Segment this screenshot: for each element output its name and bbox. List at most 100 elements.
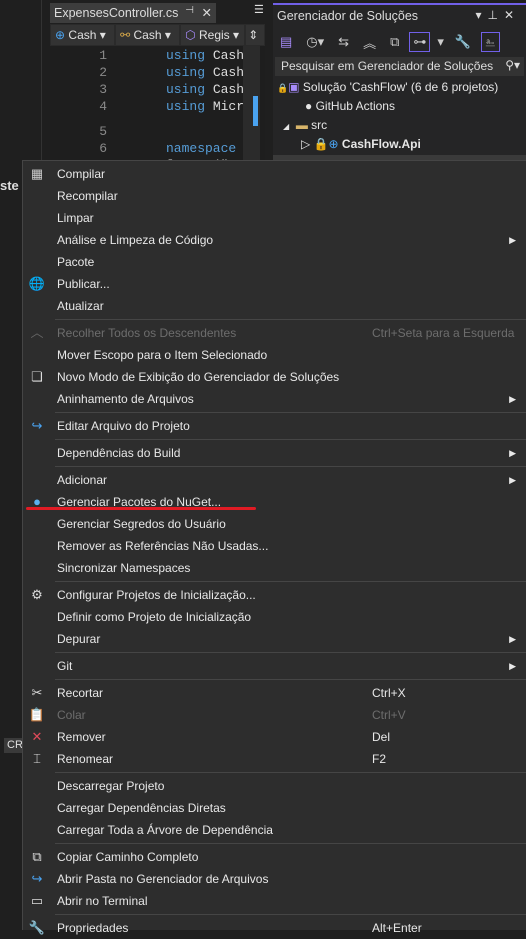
build-icon: ▦ <box>30 166 44 181</box>
menu-item-editar-arquivo-do-projeto[interactable]: ↪ Editar Arquivo do Projeto <box>23 415 526 437</box>
solution-explorer-toolbar: ▤ ◷▾ ⇆ ︽ ⧉ ⊶ ▾ 🔧 ⎁ <box>277 29 500 55</box>
vs-view-icon[interactable]: ▤ <box>277 33 295 51</box>
type-dropdown[interactable]: ⚯ Cash ▾ <box>116 25 180 45</box>
menu-item-label: Colar <box>57 708 86 722</box>
menu-item-abrir-pasta-no-gerenciador-de-arquivos[interactable]: ↪ Abrir Pasta no Gerenciador de Arquivos <box>23 868 526 890</box>
menu-item-renomear[interactable]: ⌶ Renomear F2 <box>23 748 526 770</box>
menu-item-label: Gerenciar Segredos do Usuário <box>57 517 226 531</box>
project-dropdown[interactable]: ⊕ Cash ▾ <box>51 25 115 45</box>
panel-controls[interactable]: ▾⊥✕ <box>475 8 520 22</box>
menu-item-label: Aninhamento de Arquivos <box>57 392 194 406</box>
menu-item-gerenciar-segredos-do-usuario[interactable]: Gerenciar Segredos do Usuário <box>23 513 526 535</box>
split-icon[interactable]: ⇕ <box>246 25 264 45</box>
menu-separator <box>55 412 526 413</box>
code-editor[interactable]: 1 using Cash 2 using Cash 3 using Cash 4 using … <box>50 46 265 173</box>
menu-item-label: Compilar <box>57 167 106 181</box>
menu-item-definir-como-projeto-de-inicializacao[interactable]: Definir como Projeto de Inicialização <box>23 606 526 628</box>
menu-item-label: Publicar... <box>57 277 110 291</box>
open-folder-arrow-icon: ↪ <box>31 871 43 886</box>
editor-scrollbar[interactable] <box>243 46 260 160</box>
gear-icon: ⚙ <box>31 587 43 602</box>
menu-item-aninhamento-de-arquivos[interactable]: Aninhamento de Arquivos ▶ <box>23 388 526 410</box>
solution-search-input[interactable]: Pesquisar em Gerenciador de Soluções ⚲▾ <box>275 57 524 76</box>
menu-item-pacote[interactable]: Pacote <box>23 251 526 273</box>
context-menu: ▦ Compilar Recompilar Limpar Análise e Limpe… <box>22 160 526 935</box>
menu-item-sincronizar-namespaces[interactable]: Sincronizar Namespaces <box>23 557 526 579</box>
menu-item-recortar[interactable]: ✂ Recortar Ctrl+X <box>23 682 526 704</box>
menu-item-git[interactable]: Git ▶ <box>23 655 526 677</box>
menu-item-carregar-dependencias-diretas[interactable]: Carregar Dependências Diretas <box>23 797 526 819</box>
code-line: namespace <box>166 141 237 156</box>
properties-wrench-icon[interactable]: 🔧 <box>452 33 474 51</box>
menu-item-colar: 📋 Colar Ctrl+V <box>23 704 526 726</box>
tab-title: ExpensesController.cs <box>54 6 179 20</box>
tree-item-cashflow-api[interactable]: ▷ 🔒⊕ CashFlow.Api <box>301 137 421 151</box>
menu-item-label: Configurar Projetos de Inicialização... <box>57 588 256 602</box>
tree-item-solution[interactable]: 🔒▣ Solução 'CashFlow' (6 de 6 projetos) <box>277 80 498 94</box>
menu-item-label: Recompilar <box>57 189 118 203</box>
line-number: 2 <box>99 65 107 80</box>
member-dropdown[interactable]: ⬡ Regis ▾ <box>181 25 245 45</box>
menu-item-label: Mover Escopo para o Item Selecionado <box>57 348 268 362</box>
submenu-arrow-icon: ▶ <box>509 634 516 644</box>
search-icon[interactable]: ⚲▾ <box>505 58 520 72</box>
shortcut-label: Ctrl+V <box>372 708 406 722</box>
menu-item-copiar-caminho-completo[interactable]: ⧉ Copiar Caminho Completo <box>23 846 526 868</box>
menu-item-limpar[interactable]: Limpar <box>23 207 526 229</box>
wrench-icon: 🔧 <box>28 920 46 935</box>
menu-item-label: Definir como Projeto de Inicialização <box>57 610 252 624</box>
code-line: using Cash <box>166 48 245 63</box>
menu-item-configurar-projetos-de-inicializacao[interactable]: ⚙ Configurar Projetos de Inicialização... <box>23 584 526 606</box>
menu-item-label: Renomear <box>57 752 114 766</box>
menu-item-abrir-no-terminal[interactable]: ▭ Abrir no Terminal <box>23 890 526 912</box>
line-number: 5 <box>99 124 107 139</box>
menu-item-carregar-toda-a-arvore-de-dependencia[interactable]: Carregar Toda a Árvore de Dependência <box>23 819 526 841</box>
menu-separator <box>55 772 526 773</box>
menu-item-label: Atualizar <box>57 299 104 313</box>
menu-item-label: Remover <box>57 730 106 744</box>
filter-icon[interactable]: ⊶ <box>409 32 431 52</box>
menu-item-label: Sincronizar Namespaces <box>57 561 191 575</box>
menu-item-propriedades[interactable]: 🔧 Propriedades Alt+Enter <box>23 917 526 939</box>
new-view-icon: ❏ <box>31 369 43 384</box>
menu-item-remover[interactable]: ✕ Remover Del <box>23 726 526 748</box>
pin-icon[interactable]: ⊣ <box>185 5 194 16</box>
menu-item-label: Abrir no Terminal <box>57 894 148 908</box>
terminal-icon: ▭ <box>30 893 44 908</box>
menu-item-remover-as-referencias-nao-usadas[interactable]: Remover as Referências Não Usadas... <box>23 535 526 557</box>
shortcut-label: Del <box>372 730 391 744</box>
menu-item-atualizar[interactable]: Atualizar <box>23 295 526 317</box>
menu-item-novo-modo-de-exibicao-do-gerenciador-de-solucoes[interactable]: ❏ Novo Modo de Exibição do Gerenciador de… <box>23 366 526 388</box>
menu-separator <box>55 652 526 653</box>
preview-icon[interactable]: ⎁ <box>481 32 500 52</box>
tree-item-github-actions[interactable]: ● GitHub Actions <box>305 99 395 113</box>
menu-separator <box>55 319 526 320</box>
tree-item-src[interactable]: ◢ ▬ src <box>283 118 327 132</box>
scissors-icon: ✂ <box>31 685 43 700</box>
menu-item-compilar[interactable]: ▦ Compilar <box>23 163 526 185</box>
menu-separator <box>55 581 526 582</box>
tab-list-icon[interactable]: ☰ <box>254 3 264 16</box>
menu-separator <box>55 679 526 680</box>
line-number: 3 <box>99 82 107 97</box>
menu-item-recompilar[interactable]: Recompilar <box>23 185 526 207</box>
menu-item-adicionar[interactable]: Adicionar ▶ <box>23 469 526 491</box>
menu-item-recolher-todos-os-descendentes: ︿ Recolher Todos os Descendentes Ctrl+Seta… <box>23 322 526 344</box>
submenu-arrow-icon: ▶ <box>509 394 516 404</box>
menu-item-dependencias-do-build[interactable]: Dependências do Build ▶ <box>23 442 526 464</box>
menu-item-mover-escopo-para-o-item-selecionado[interactable]: Mover Escopo para o Item Selecionado <box>23 344 526 366</box>
collapse-all-icon[interactable]: ︽ <box>360 32 379 53</box>
sync-icon[interactable]: ⇆ <box>335 33 352 51</box>
close-icon[interactable]: ✕ <box>202 5 212 20</box>
pending-changes-icon[interactable]: ◷▾ <box>303 33 327 51</box>
menu-item-label: Dependências do Build <box>57 446 181 460</box>
code-line: using Cash <box>166 82 245 97</box>
menu-item-depurar[interactable]: Depurar ▶ <box>23 628 526 650</box>
tab-expenses-controller[interactable]: ExpensesController.cs ⊣ ✕ <box>50 3 216 23</box>
menu-item-descarregar-projeto[interactable]: Descarregar Projeto <box>23 775 526 797</box>
menu-item-label: Novo Modo de Exibição do Gerenciador de … <box>57 370 340 384</box>
left-bottom-tab[interactable]: CR <box>4 738 23 753</box>
menu-item-publicar[interactable]: 🌐 Publicar... <box>23 273 526 295</box>
show-all-files-icon[interactable]: ⧉ <box>387 33 402 51</box>
menu-item-analise-e-limpeza-de-codigo[interactable]: Análise e Limpeza de Código ▶ <box>23 229 526 251</box>
